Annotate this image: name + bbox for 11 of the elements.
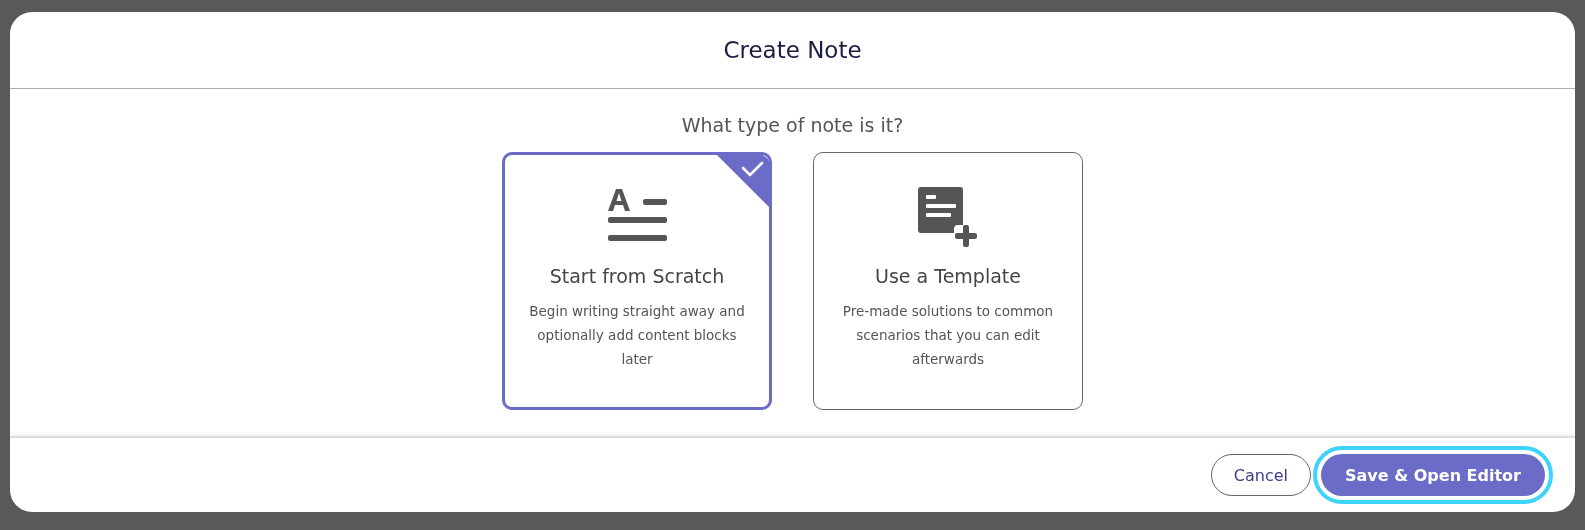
checkmark-icon bbox=[716, 154, 770, 208]
document-plus-icon bbox=[918, 187, 978, 247]
note-type-card[interactable]: Start from Scratch Begin writing straight away and optionally add content blocks later bbox=[502, 152, 772, 410]
option-title: Start from Scratch bbox=[549, 265, 725, 287]
option-title: Use a Template bbox=[875, 265, 1021, 287]
note-type-card[interactable]: Use a Template Pre-made solutions to common scenarios that you can edit afterwards bbox=[813, 152, 1083, 410]
cancel-button[interactable]: Cancel bbox=[1210, 454, 1312, 496]
dialog-title: Create Note bbox=[723, 37, 862, 63]
option-description: Pre-made solutions to common scenarios that you can edit afterwards bbox=[841, 302, 1055, 369]
question-text: What type of note is it? bbox=[681, 114, 904, 136]
option-description: Begin writing straight away and optionally add content blocks later bbox=[528, 302, 746, 369]
